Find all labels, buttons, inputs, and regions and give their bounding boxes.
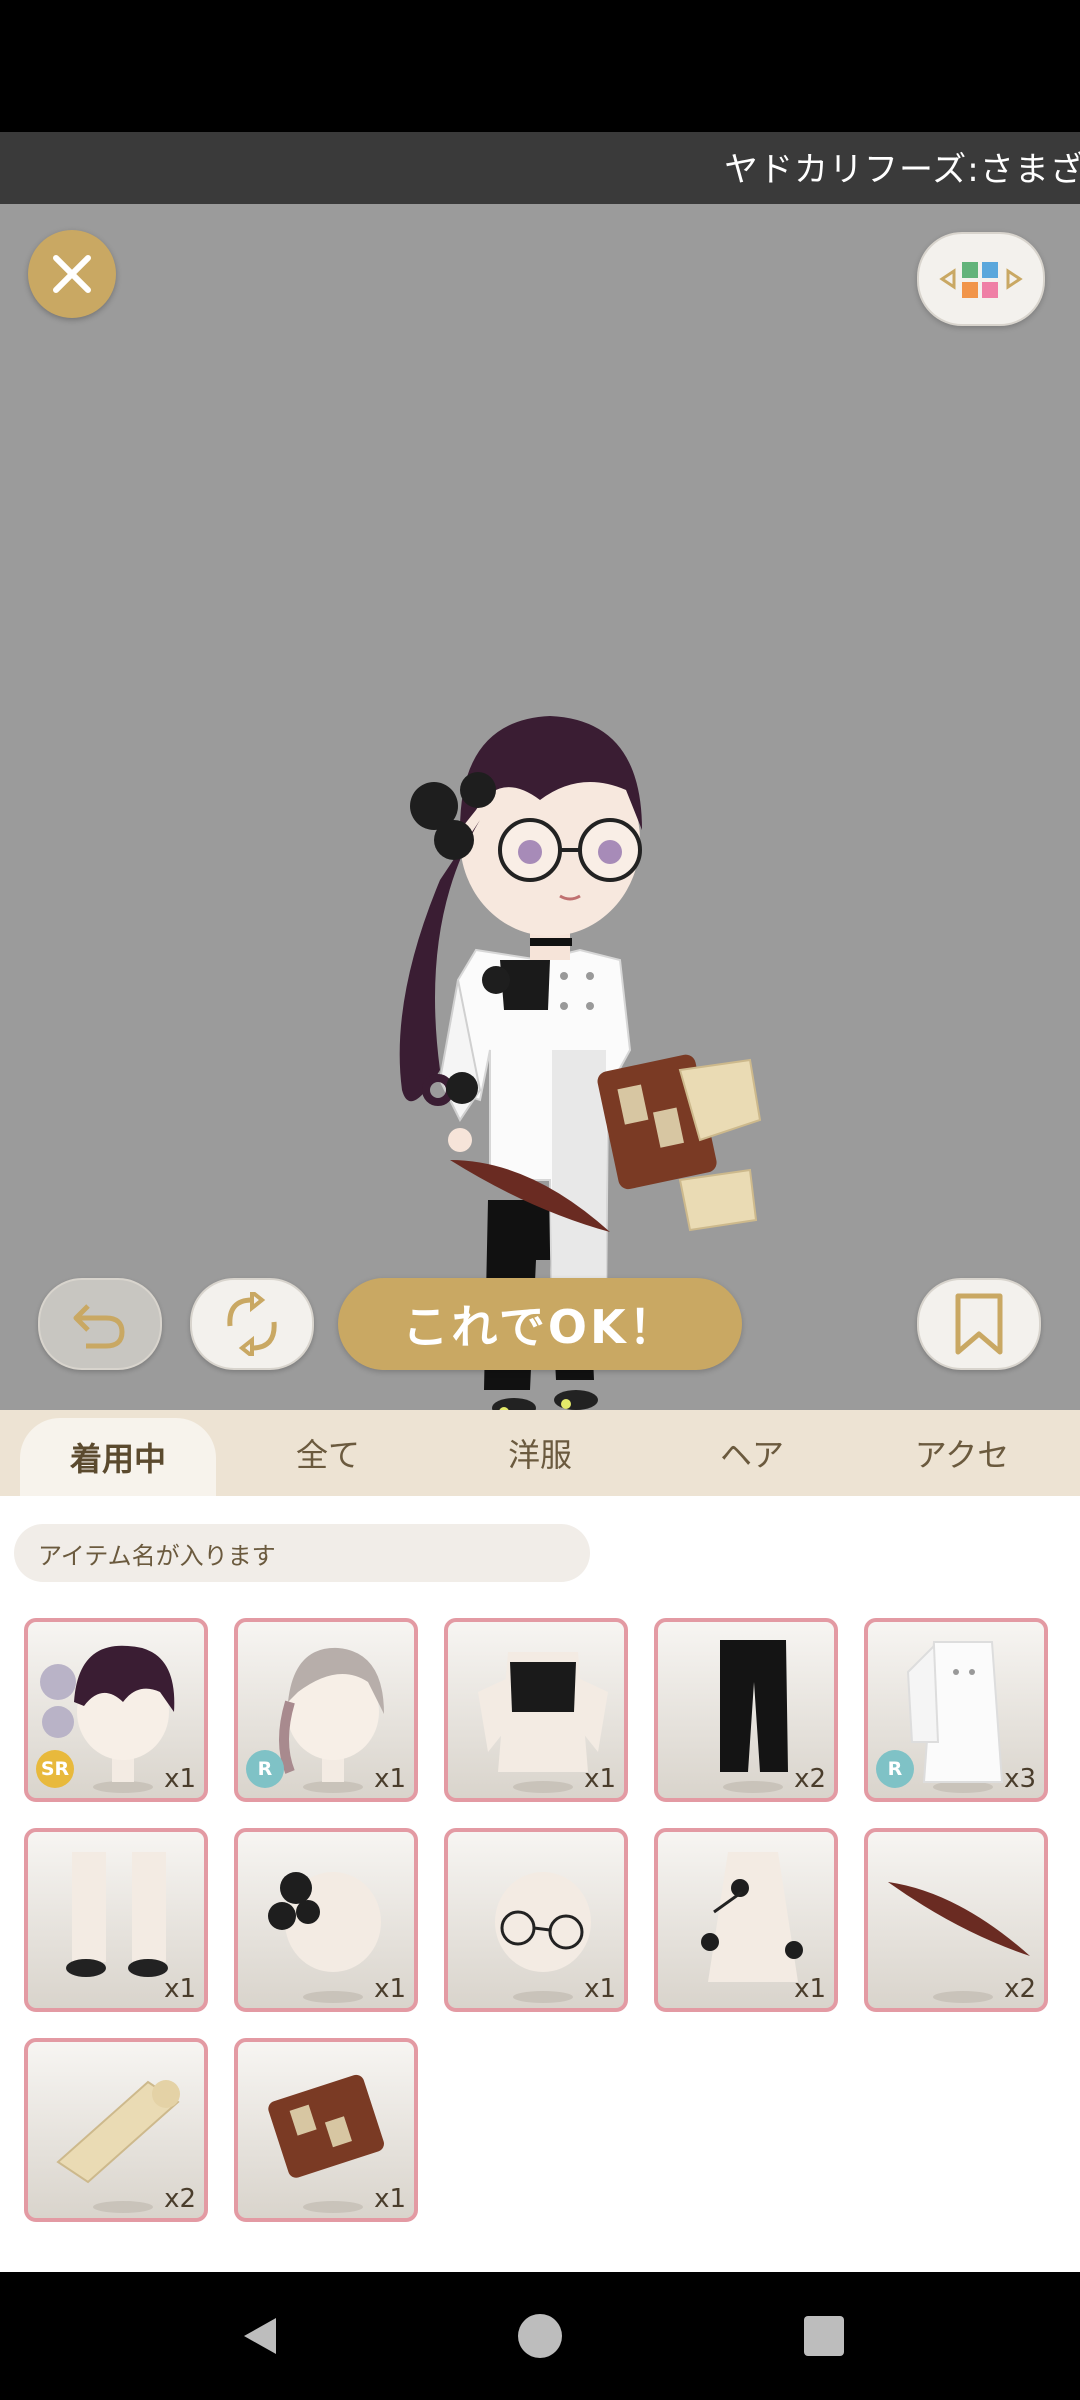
- back-nav-icon[interactable]: [236, 2312, 284, 2360]
- item-hair-front[interactable]: SR x1: [24, 1618, 208, 1802]
- item-scroll-bundle[interactable]: x2: [24, 2038, 208, 2222]
- item-quantity: x1: [794, 1974, 826, 2004]
- undo-button[interactable]: [38, 1278, 162, 1370]
- tab-clothes[interactable]: 洋服: [442, 1410, 638, 1496]
- item-quantity: x2: [1004, 1974, 1036, 2004]
- item-black-rose-hairpin[interactable]: x1: [234, 1828, 418, 2012]
- item-quantity: x3: [1004, 1764, 1036, 1794]
- item-quantity: x2: [794, 1764, 826, 1794]
- bookmark-icon: [955, 1293, 1003, 1355]
- tab-wearing[interactable]: 着用中: [20, 1418, 216, 1496]
- item-quantity: x1: [164, 1764, 196, 1794]
- category-tabs: 着用中 全て 洋服 ヘア アクセ: [0, 1410, 1080, 1496]
- item-leather-book[interactable]: x1: [234, 2038, 418, 2222]
- item-search-input[interactable]: アイテム名が入ります: [14, 1524, 590, 1582]
- item-quantity: x1: [584, 1764, 616, 1794]
- system-navigation-bar: [0, 2272, 1080, 2400]
- recents-nav-icon[interactable]: [800, 2312, 848, 2360]
- avatar-stage: これでOK！: [0, 204, 1080, 1410]
- tab-hair[interactable]: ヘア: [654, 1410, 850, 1496]
- rotate-button[interactable]: [190, 1278, 314, 1370]
- item-black-pants[interactable]: x2: [654, 1618, 838, 1802]
- rotate-icon: [227, 1292, 277, 1356]
- item-quantity: x2: [164, 2184, 196, 2214]
- item-hair-braid[interactable]: R x1: [234, 1618, 418, 1802]
- item-quantity: x1: [584, 1974, 616, 2004]
- layout-toggle-icon: [939, 262, 1023, 298]
- tab-all[interactable]: 全て: [230, 1410, 426, 1496]
- close-icon: [53, 255, 91, 293]
- ticker-text: ヤドカリフーズ:さまざ: [724, 150, 1080, 190]
- confirm-ok-button[interactable]: これでOK！: [338, 1278, 742, 1370]
- item-white-chef-coat[interactable]: R x3: [864, 1618, 1048, 1802]
- item-round-glasses[interactable]: x1: [444, 1828, 628, 2012]
- item-rose-vine-accessory[interactable]: x1: [654, 1828, 838, 2012]
- home-nav-icon[interactable]: [516, 2312, 564, 2360]
- rarity-badge: R: [246, 1750, 284, 1788]
- item-grid-area: アイテム名が入ります SR x1 R x1 x1 x2 R x3 x1 x1 x…: [0, 1496, 1080, 2272]
- layout-toggle-button[interactable]: [917, 232, 1045, 326]
- bookmark-button[interactable]: [917, 1278, 1041, 1370]
- rarity-badge: SR: [36, 1750, 74, 1788]
- item-white-socks-shoes[interactable]: x1: [24, 1828, 208, 2012]
- tab-accessories[interactable]: アクセ: [864, 1410, 1060, 1496]
- item-quantity: x1: [374, 1974, 406, 2004]
- item-quantity: x1: [374, 1764, 406, 1794]
- rarity-badge: R: [876, 1750, 914, 1788]
- item-feather-quill[interactable]: x2: [864, 1828, 1048, 2012]
- item-quantity: x1: [164, 1974, 196, 2004]
- close-button[interactable]: [28, 230, 116, 318]
- undo-icon: [73, 1304, 125, 1349]
- status-bar: [0, 0, 1080, 132]
- news-ticker: ヤドカリフーズ:さまざ: [0, 132, 1080, 204]
- item-black-crop-top[interactable]: x1: [444, 1618, 628, 1802]
- item-quantity: x1: [374, 2184, 406, 2214]
